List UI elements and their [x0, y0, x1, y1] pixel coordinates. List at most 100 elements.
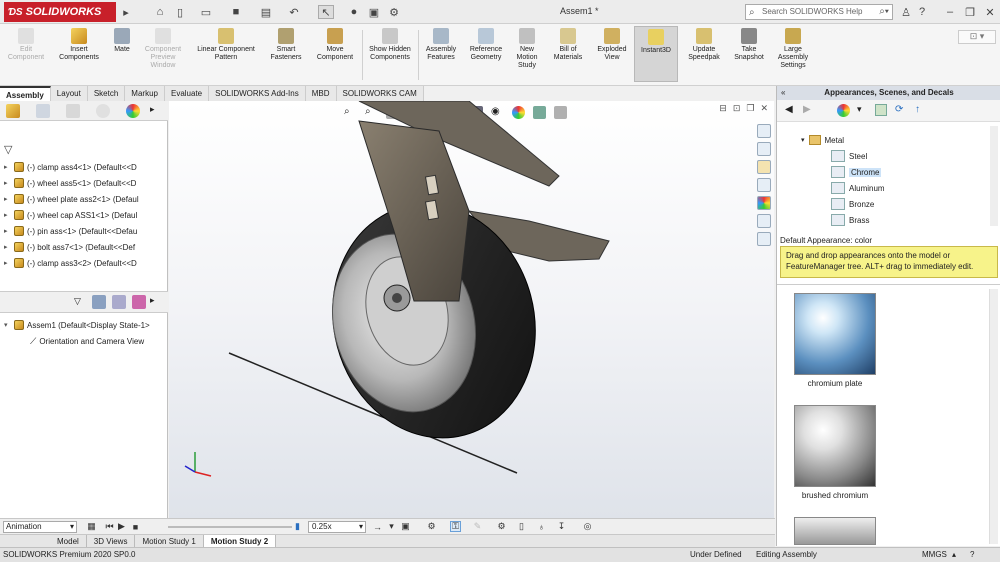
panel-expand-icon[interactable]: ▸	[150, 295, 164, 309]
expand-arrow-icon[interactable]: ▸	[4, 195, 11, 203]
reference-geometry-button[interactable]: Reference Geometry	[464, 28, 508, 62]
tree-item[interactable]: ▸ (-) clamp ass4<1> (Default<<D	[4, 159, 164, 175]
restore-icon[interactable]: ❐	[962, 5, 978, 19]
component-preview-window-button[interactable]: Component Preview Window	[138, 28, 188, 70]
playback-mode-icon[interactable]: ▾	[386, 521, 397, 532]
add-key-icon[interactable]: ✎	[472, 521, 483, 532]
help-search-input[interactable]: ⌕ Search SOLIDWORKS Help ⌕▾	[745, 4, 893, 20]
lower-view-icon[interactable]	[92, 295, 106, 309]
new-icon[interactable]: ▯	[172, 5, 188, 19]
autokey-icon[interactable]: ⚿	[450, 521, 461, 532]
display-manager-icon[interactable]	[126, 104, 140, 118]
expand-arrow-icon[interactable]: ▸	[4, 163, 11, 171]
move-component-button[interactable]: Move Component	[310, 28, 360, 62]
units-status[interactable]: MMGS	[922, 548, 947, 562]
expand-arrow-icon[interactable]: ▾	[801, 136, 805, 144]
mate-button[interactable]: Mate	[108, 28, 136, 54]
next-icon[interactable]: →	[372, 521, 383, 532]
play-icon[interactable]: ▶	[116, 521, 127, 532]
tab-model[interactable]: Model	[50, 535, 87, 547]
panel-expand-icon[interactable]: ▸	[150, 104, 164, 118]
design-library-icon[interactable]	[757, 142, 771, 156]
new-motion-study-button[interactable]: New Motion Study	[510, 28, 544, 70]
play-from-start-icon[interactable]: ⏮	[104, 521, 115, 532]
file-properties-icon[interactable]: ▣	[366, 5, 382, 19]
view-palette-icon[interactable]	[757, 178, 771, 192]
tab-cam[interactable]: SOLIDWORKS CAM	[336, 86, 424, 101]
material-steel[interactable]: Steel	[831, 148, 867, 164]
open-icon[interactable]: ▭	[198, 5, 214, 19]
home-icon[interactable]: ⌂	[152, 5, 168, 19]
undo-icon[interactable]: ↶	[286, 5, 302, 19]
close-icon[interactable]: ✕	[982, 5, 998, 19]
forward-icon[interactable]: ▶	[803, 104, 811, 115]
file-explorer-icon[interactable]	[757, 160, 771, 174]
status-help-icon[interactable]: ?	[970, 548, 974, 562]
tree-item[interactable]: ▸ (-) wheel cap ASS1<1> (Defaul	[4, 207, 164, 223]
tree-item[interactable]: ▸ (-) clamp ass3<2> (Default<<D	[4, 255, 164, 271]
tab-3d-views[interactable]: 3D Views	[87, 535, 136, 547]
tree-item[interactable]: ▸ (-) pin ass<1> (Default<<Defau	[4, 223, 164, 239]
tab-add-ins[interactable]: SOLIDWORKS Add-Ins	[209, 86, 306, 101]
select-icon[interactable]: ↖	[318, 5, 334, 19]
options-icon[interactable]: ⚙	[386, 5, 402, 19]
stop-icon[interactable]: ■	[130, 521, 141, 532]
solidworks-forum-icon[interactable]	[757, 232, 771, 246]
tree-item-camera-view[interactable]: ⟋ Orientation and Camera View	[30, 333, 166, 349]
material-brass[interactable]: Brass	[831, 212, 869, 228]
instant3d-button[interactable]: Instant3D	[634, 26, 678, 82]
insert-components-button[interactable]: Insert Components	[54, 28, 104, 62]
swatch-next[interactable]	[794, 517, 876, 545]
up-folder-icon[interactable]: ↑	[915, 104, 920, 115]
expand-arrow-icon[interactable]: ▸	[4, 179, 11, 187]
user-icon[interactable]: ♙	[898, 5, 914, 19]
calculate-icon[interactable]: ▦	[86, 521, 97, 532]
tab-markup[interactable]: Markup	[125, 86, 165, 101]
large-assembly-settings-button[interactable]: Large Assembly Settings	[772, 28, 814, 70]
appearance-palette-icon[interactable]	[837, 104, 850, 117]
help-icon[interactable]: ?	[914, 5, 930, 19]
tree-scrollbar[interactable]	[990, 126, 998, 226]
material-aluminum[interactable]: Aluminum	[831, 180, 885, 196]
tree-item[interactable]: ▸ (-) wheel plate ass2<1> (Defaul	[4, 191, 164, 207]
dimxpert-icon[interactable]	[96, 104, 110, 118]
folder-metal[interactable]: ▾ Metal	[801, 132, 844, 148]
tab-sketch[interactable]: Sketch	[87, 86, 126, 101]
edit-component-button[interactable]: Edit Component	[4, 28, 48, 62]
assembly-features-button[interactable]: Assembly Features	[420, 28, 462, 62]
units-dropdown-icon[interactable]: ▴	[952, 548, 956, 562]
tab-layout[interactable]: Layout	[50, 86, 88, 101]
graphics-area[interactable]: ⌕ ⌕ ◉ ⊟ ⊡ ❐ ✕	[169, 101, 774, 518]
save-icon[interactable]: ■	[228, 5, 244, 19]
tab-motion-study-2[interactable]: Motion Study 2	[203, 535, 277, 547]
swatch-chromium-plate[interactable]	[794, 293, 876, 375]
expand-arrow-icon[interactable]: ▸	[4, 211, 11, 219]
tree-item[interactable]: ▸ (-) wheel ass5<1> (Default<<D	[4, 175, 164, 191]
material-chrome[interactable]: Chrome	[831, 164, 882, 180]
expand-arrow-icon[interactable]: ▾	[4, 321, 11, 329]
exploded-view-button[interactable]: Exploded View	[592, 28, 632, 62]
solidworks-resources-icon[interactable]	[757, 124, 771, 138]
expand-arrow-icon[interactable]: ▸	[4, 243, 11, 251]
filter-icon[interactable]: ▽	[4, 143, 12, 156]
playback-speed-select[interactable]: 0.25x ▾	[308, 521, 366, 533]
expand-menu-icon[interactable]: ▸	[118, 5, 134, 19]
tab-assembly[interactable]: Assembly	[0, 86, 51, 101]
linear-component-pattern-button[interactable]: Linear Component Pattern	[190, 28, 262, 62]
tab-mbd[interactable]: MBD	[305, 86, 337, 101]
lower-view-icon-2[interactable]	[112, 295, 126, 309]
expand-arrow-icon[interactable]: ▸	[4, 227, 11, 235]
minimize-icon[interactable]: –	[942, 5, 958, 19]
save-animation-icon[interactable]: ▣	[400, 521, 411, 532]
rebuild-icon[interactable]: ●	[346, 5, 362, 19]
tab-motion-study-1[interactable]: Motion Study 1	[135, 535, 204, 547]
configuration-manager-icon[interactable]	[66, 104, 80, 118]
expand-arrow-icon[interactable]: ▸	[4, 259, 11, 267]
study-type-select[interactable]: Animation ▾	[3, 521, 77, 533]
bill-of-materials-button[interactable]: Bill of Materials	[546, 28, 590, 62]
filter-icon[interactable]: ▽	[74, 296, 84, 306]
motor-icon[interactable]: ⚙	[496, 521, 507, 532]
material-bronze[interactable]: Bronze	[831, 196, 874, 212]
tree-item-assembly-root[interactable]: ▾ Assem1 (Default<Display State-1>	[4, 317, 164, 333]
collapse-pane-icon[interactable]: «	[781, 88, 785, 97]
